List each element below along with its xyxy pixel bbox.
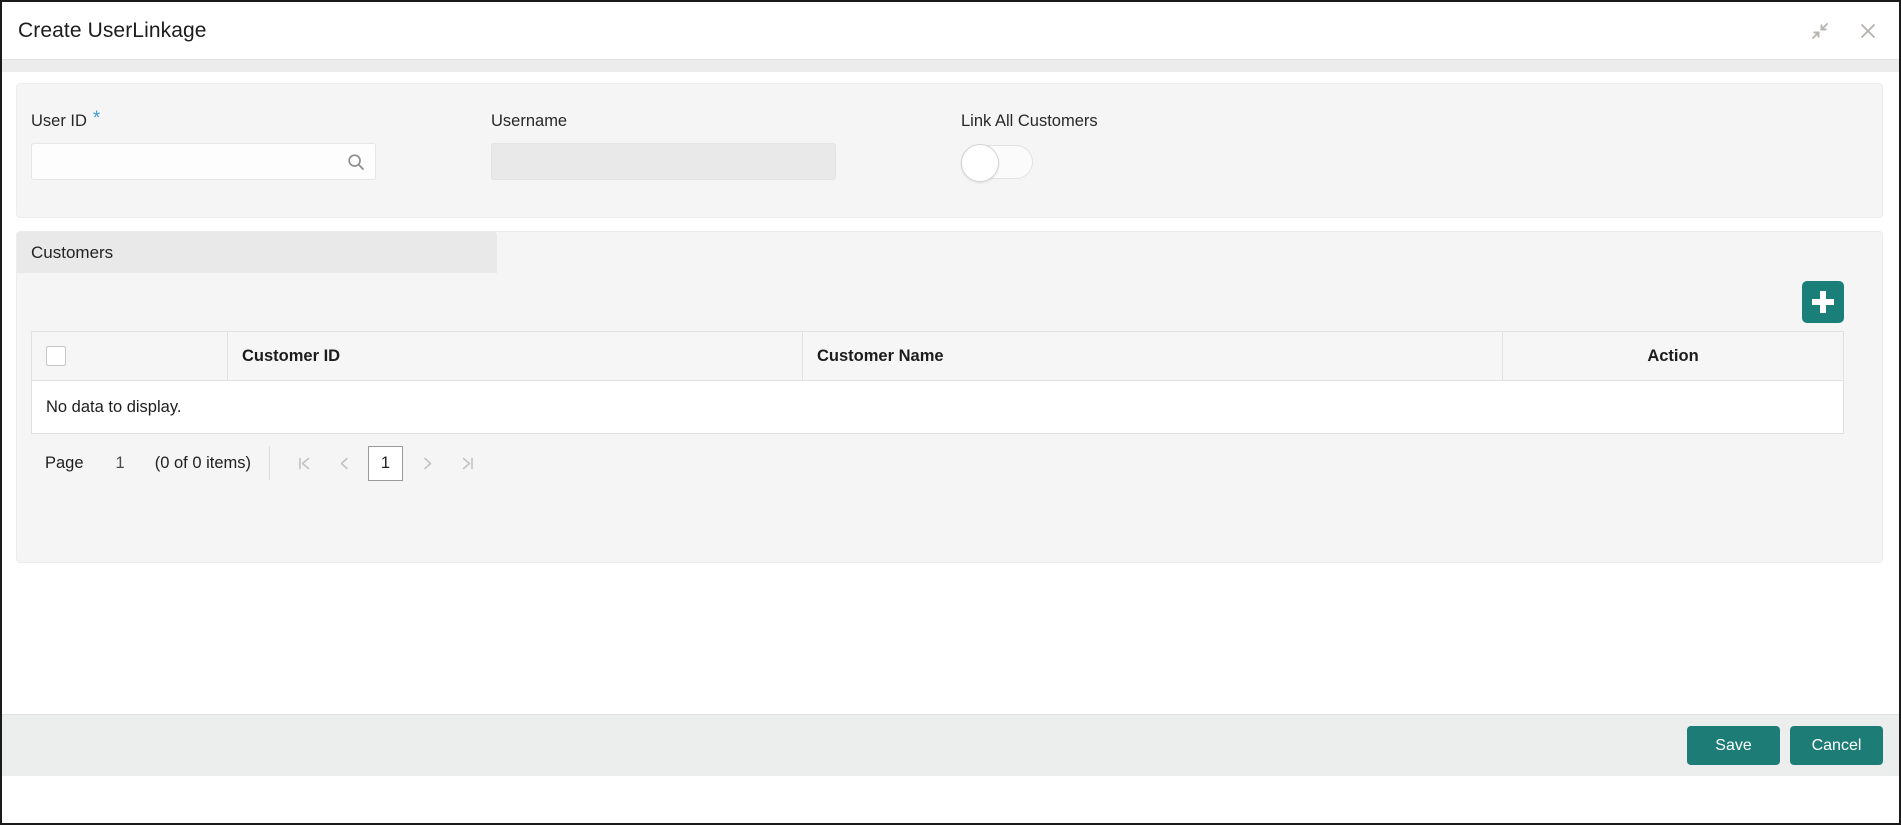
- pagination-bar: Page 1 (0 of 0 items) 1: [31, 434, 1844, 492]
- customers-table-head: Customer ID Customer Name Action: [31, 331, 1844, 381]
- page-title: Create UserLinkage: [18, 18, 207, 42]
- link-all-customers-toggle[interactable]: [961, 144, 1033, 182]
- create-userlinkage-dialog: Create UserLinkage User ID * Username Li…: [0, 0, 1901, 825]
- user-id-input-wrap: [31, 143, 376, 180]
- column-header-select: [31, 331, 228, 381]
- plus-icon-vertical: [1820, 291, 1826, 313]
- field-username: Username: [491, 112, 961, 180]
- field-link-all-customers: Link All Customers: [961, 112, 1261, 182]
- customers-section-header: Customers: [17, 232, 497, 273]
- pagination-divider: [269, 446, 271, 480]
- form-fields-row: User ID * Username Link All Customers: [17, 108, 1882, 182]
- cancel-button[interactable]: Cancel: [1790, 726, 1883, 765]
- username-label: Username: [491, 112, 568, 130]
- pagination-next-button[interactable]: [407, 446, 447, 480]
- select-all-checkbox[interactable]: [46, 346, 66, 366]
- pagination-last-button[interactable]: [447, 446, 487, 480]
- add-customer-button[interactable]: [1802, 281, 1844, 323]
- dialog-titlebar: Create UserLinkage: [2, 2, 1899, 59]
- dialog-body: User ID * Username Link All Customers Cu…: [2, 72, 1899, 776]
- username-input: [491, 143, 836, 180]
- required-asterisk: *: [92, 108, 101, 129]
- empty-message: No data to display.: [31, 380, 1844, 434]
- table-header-row: Customer ID Customer Name Action: [31, 331, 1844, 381]
- column-header-action: Action: [1502, 331, 1844, 381]
- collapse-arrows-icon[interactable]: [1807, 18, 1833, 44]
- table-empty-row: No data to display.: [31, 380, 1844, 434]
- pagination-page-label: Page: [45, 453, 84, 472]
- close-icon[interactable]: [1855, 18, 1881, 44]
- pagination-items-count: (0 of 0 items): [154, 453, 252, 472]
- pagination-prev-button[interactable]: [324, 446, 364, 480]
- field-user-id: User ID *: [31, 108, 491, 180]
- pagination-first-button[interactable]: [284, 446, 324, 480]
- customers-table-zone: Customer ID Customer Name Action No data…: [17, 273, 1882, 492]
- customers-panel: Customers Customer ID Customer Name Acti…: [16, 231, 1883, 563]
- save-button[interactable]: Save: [1687, 726, 1780, 765]
- user-id-label-text: User ID: [31, 112, 87, 130]
- user-id-label: User ID *: [31, 108, 491, 132]
- dialog-footer: Save Cancel: [2, 714, 1899, 776]
- user-id-input[interactable]: [31, 143, 376, 180]
- titlebar-actions: [1807, 18, 1881, 44]
- search-icon[interactable]: [346, 152, 366, 172]
- toggle-knob: [961, 144, 999, 182]
- column-header-customer-name: Customer Name: [802, 331, 1503, 381]
- user-form-panel: User ID * Username Link All Customers: [16, 83, 1883, 218]
- add-button-row: [31, 273, 1844, 331]
- link-all-customers-label: Link All Customers: [961, 112, 1098, 130]
- column-header-customer-id: Customer ID: [227, 331, 803, 381]
- pagination-page-number: 1: [115, 453, 125, 472]
- customers-table: Customer ID Customer Name Action No data…: [31, 331, 1844, 434]
- titlebar-divider: [2, 59, 1899, 72]
- username-input-wrap: [491, 143, 836, 180]
- pagination-current-page[interactable]: 1: [368, 445, 404, 481]
- customers-section-title: Customers: [31, 242, 114, 262]
- customers-table-body: No data to display.: [31, 380, 1844, 434]
